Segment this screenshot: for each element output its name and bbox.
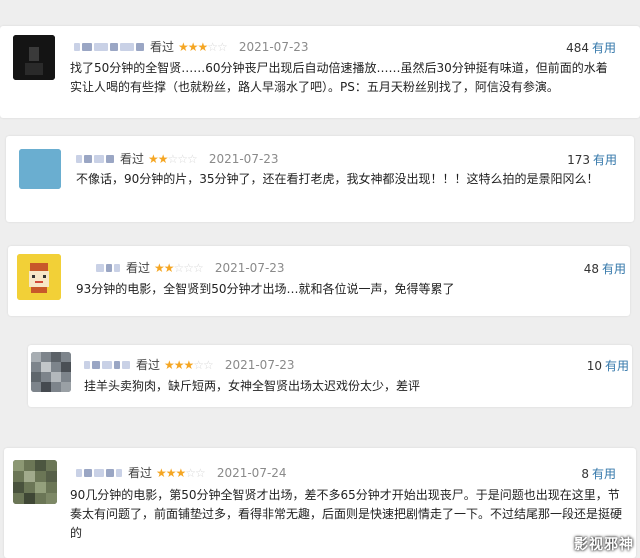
username[interactable] [74, 42, 144, 51]
useful-count: 173 [567, 153, 590, 167]
useful-vote[interactable]: 10 有用 [587, 357, 629, 374]
useful-vote[interactable]: 48 有用 [584, 260, 626, 277]
avatar[interactable] [13, 460, 57, 504]
useful-vote[interactable]: 173 有用 [567, 151, 617, 168]
comment-card: 看过 ★★☆☆☆ 2021-07-23 48 有用 93分钟的电影，全智贤到50分… [8, 246, 630, 316]
useful-vote[interactable]: 484 有用 [566, 39, 616, 56]
watermark: 影视邪神 [574, 537, 634, 553]
comment-date: 2021-07-24 [216, 465, 287, 480]
avatar[interactable] [13, 35, 55, 80]
avatar[interactable] [31, 352, 71, 392]
comment-date: 2021-07-23 [224, 357, 295, 372]
rating-stars: ★★★☆☆ [156, 465, 206, 480]
watched-label: 看过 [128, 466, 153, 480]
watched-label: 看过 [150, 40, 175, 54]
comment-text: 93分钟的电影，全智贤到50分钟才出场…就和各位说一声，免得等累了 [76, 282, 455, 296]
avatar[interactable] [19, 149, 61, 189]
username[interactable] [76, 468, 122, 477]
useful-count: 10 [586, 359, 602, 373]
username[interactable] [96, 263, 120, 272]
green-mosaic-icon [13, 460, 57, 504]
rating-stars: ★★☆☆☆ [148, 151, 198, 166]
useful-button[interactable]: 有用 [602, 262, 626, 276]
username[interactable] [76, 154, 114, 163]
comment-date: 2021-07-23 [208, 151, 279, 166]
comment-date: 2021-07-23 [238, 39, 309, 54]
watched-label: 看过 [126, 261, 151, 275]
useful-count: 8 [581, 467, 589, 481]
watched-label: 看过 [120, 152, 145, 166]
useful-count: 48 [583, 262, 599, 276]
mosaic-photo-icon [31, 352, 71, 392]
useful-button[interactable]: 有用 [592, 467, 616, 481]
username[interactable] [84, 360, 130, 369]
dark-portrait-icon [13, 35, 55, 80]
useful-vote[interactable]: 8 有用 [581, 465, 616, 482]
rating-stars: ★★★☆☆ [178, 39, 228, 54]
comment-text: 90几分钟的电影，第50分钟全智贤才出场，差不多65分钟才开始出现丧尸。于是问题… [70, 488, 623, 540]
cartoon-face-icon [17, 254, 61, 300]
comment-text: 挂羊头卖狗肉，缺斤短两，女神全智贤出场太迟戏份太少，差评 [84, 379, 421, 393]
useful-button[interactable]: 有用 [605, 359, 629, 373]
avatar[interactable] [17, 254, 61, 300]
comment-card: 看过 ★★★☆☆ 2021-07-23 10 有用 挂羊头卖狗肉，缺斤短两，女神全… [28, 345, 632, 407]
comment-date: 2021-07-23 [214, 260, 285, 275]
useful-button[interactable]: 有用 [592, 41, 616, 55]
useful-button[interactable]: 有用 [593, 153, 617, 167]
rating-stars: ★★☆☆☆ [154, 260, 204, 275]
comment-text: 找了50分钟的全智贤……60分钟丧尸出现后自动倍速播放……虽然后30分钟挺有味道… [70, 61, 608, 94]
comment-text: 不像话，90分钟的片，35分钟了，还在看打老虎，我女神都没出现！！！这特么拍的是… [76, 172, 599, 186]
watched-label: 看过 [136, 358, 161, 372]
comment-card: 看过 ★★☆☆☆ 2021-07-23 173 有用 不像话，90分钟的片，35分… [6, 136, 634, 222]
comment-card: 看过 ★★★☆☆ 2021-07-23 484 有用 找了50分钟的全智贤……60… [0, 26, 640, 118]
comment-card: 看过 ★★★☆☆ 2021-07-24 8 有用 90几分钟的电影，第50分钟全智… [4, 448, 636, 558]
useful-count: 484 [566, 41, 589, 55]
rating-stars: ★★★☆☆ [164, 357, 214, 372]
blue-square-icon [19, 149, 61, 189]
